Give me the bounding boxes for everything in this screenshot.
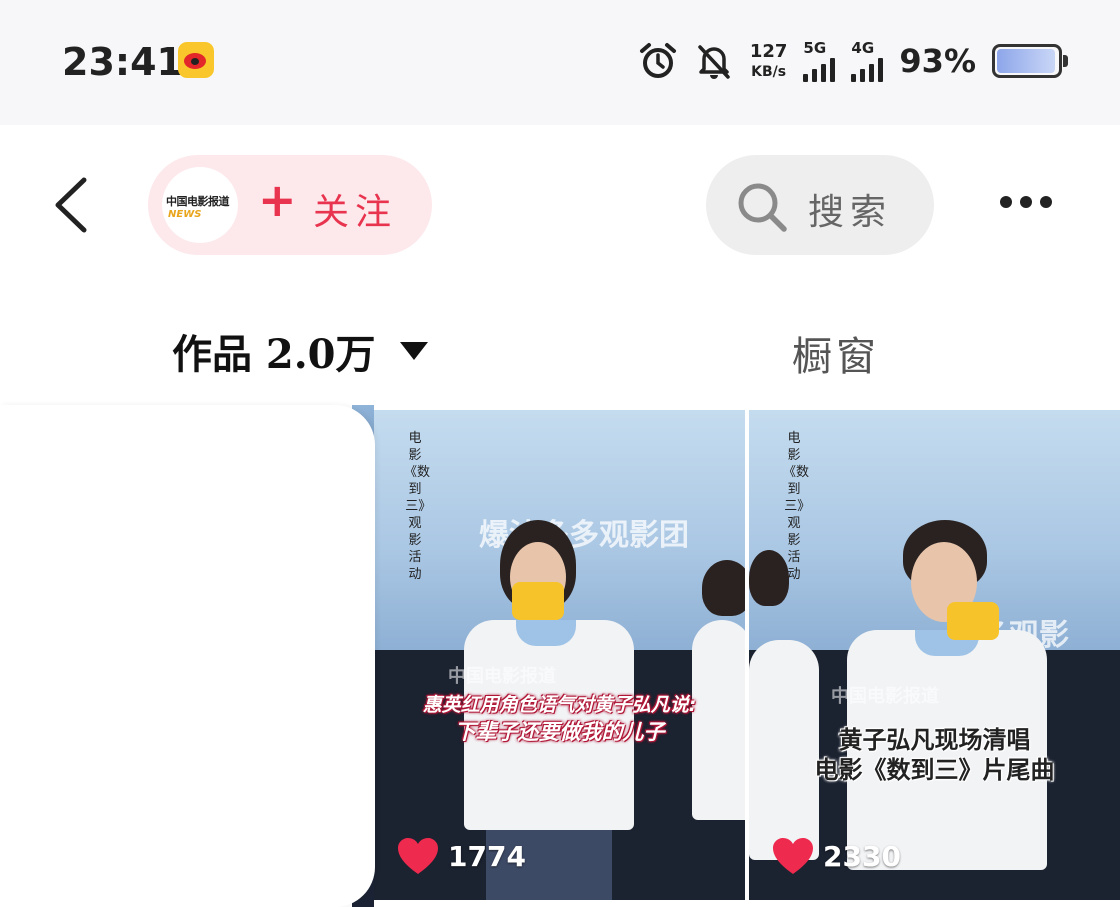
like-count-value: 2330 <box>823 839 901 873</box>
weibo-app-icon <box>178 42 214 78</box>
tab-showcase[interactable]: 橱窗 <box>792 324 880 382</box>
video-caption-line2: 电影《数到三》片尾曲 <box>814 756 1055 784</box>
search-label: 搜索 <box>808 192 893 233</box>
account-avatar[interactable]: 中国电影报道 NEWS <box>162 167 238 243</box>
sim1-label: 5G <box>803 38 827 57</box>
thumbnail-watermark: 中国电影报道 <box>831 686 939 707</box>
video-caption-line2: 下辈子还要做我的儿子 <box>454 720 665 744</box>
like-count-value: 1774 <box>448 839 526 873</box>
follow-label: 关注 <box>313 192 398 233</box>
battery-icon <box>992 44 1068 78</box>
thumbnail-watermark: 中国电影报道 <box>448 666 556 687</box>
alarm-icon <box>639 43 676 78</box>
search-button[interactable]: 搜索 <box>706 155 934 255</box>
thumbnail-microphone <box>512 582 564 620</box>
status-indicators: 127 KB/s 5G 4G 93% <box>638 36 1068 86</box>
video-caption-line1: 惠英红用角色语气对黄子弘凡说: <box>422 694 697 716</box>
follow-button[interactable]: 中国电影报道 NEWS + 关注 <box>148 155 432 255</box>
search-icon <box>738 183 787 232</box>
signal-icon <box>803 57 836 82</box>
more-menu-icon[interactable] <box>1000 196 1052 208</box>
sim2-label: 4G <box>851 38 875 57</box>
heart-icon <box>398 838 438 874</box>
thumbnail-vertical-text: 电影《数到三》观影活动 <box>404 431 431 582</box>
mute-bell-icon <box>698 45 730 79</box>
heart-icon <box>773 838 813 874</box>
plus-icon: + <box>258 173 297 227</box>
back-arrow-icon[interactable] <box>50 176 94 234</box>
tab-works-label: 作品 2.0万 <box>172 331 376 378</box>
thumbnail-microphone <box>947 602 999 640</box>
status-bar: 23:41 127 KB/s 5G 4G 93% <box>0 0 1120 125</box>
battery-percent: 93% <box>899 42 976 80</box>
network-speed-unit: KB/s <box>751 64 787 80</box>
sim1-signal: 5G <box>803 38 836 82</box>
network-speed-value: 127 <box>749 41 788 62</box>
like-count: 1774 <box>396 836 526 876</box>
tab-works[interactable]: 作品 2.0万 <box>172 322 428 380</box>
like-count: 2330 <box>771 836 901 876</box>
signal-icon <box>851 57 884 82</box>
sim2-signal: 4G <box>851 38 884 82</box>
network-speed: 127 KB/s <box>749 41 788 80</box>
blank-grid-area <box>0 405 375 907</box>
clock-time: 23:41 <box>62 40 183 84</box>
video-card[interactable]: 多多观影 电影《数到三》观影活动 中国电影报道 黄子弘凡现场清唱 电影《数到三》… <box>749 410 1120 900</box>
account-logo-text: 中国电影报道 <box>166 195 230 208</box>
account-logo-sub: NEWS <box>168 209 202 220</box>
video-card[interactable]: 爆汁多多观影团 电影《数到三》观影活动 中国电影报道 惠英红用角色语气对黄子弘凡… <box>374 410 745 900</box>
dropdown-caret-icon[interactable] <box>399 342 428 360</box>
